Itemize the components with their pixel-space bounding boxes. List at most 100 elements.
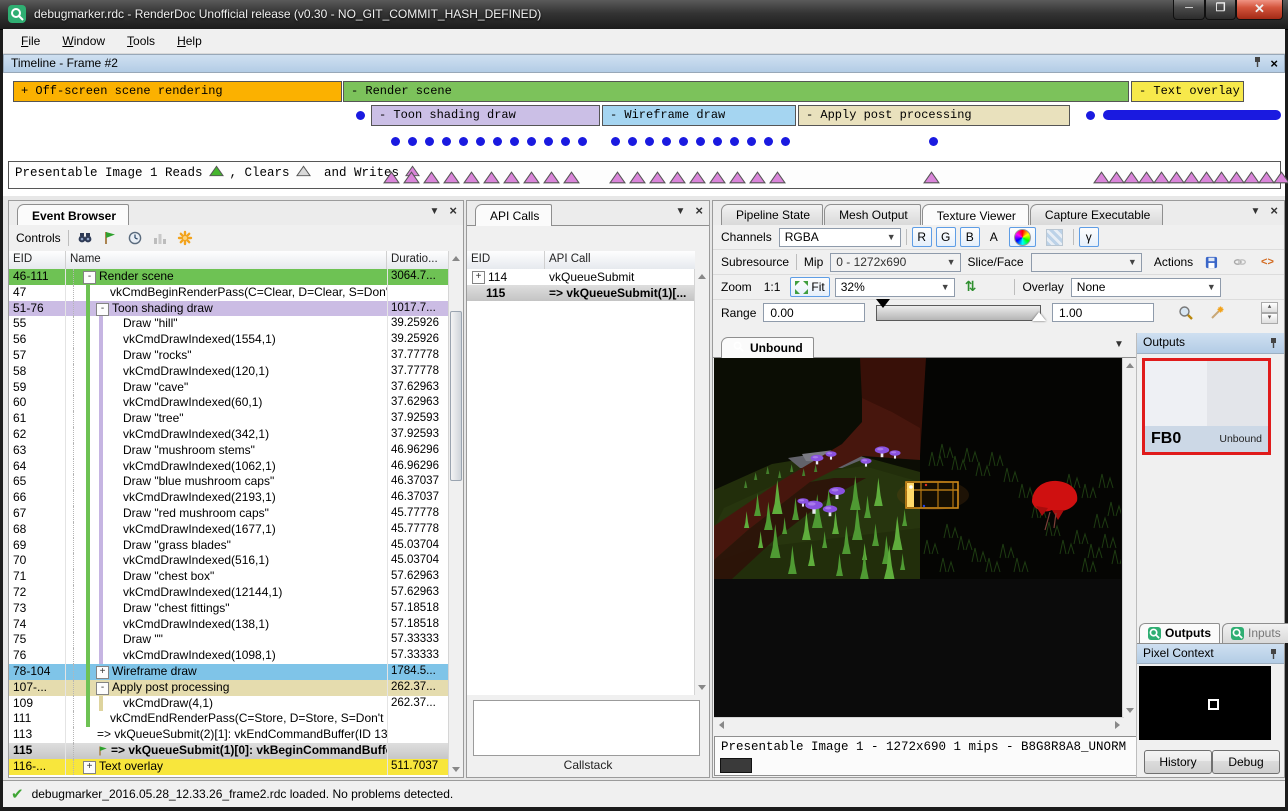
close-button[interactable]: ✕ [1236,0,1283,20]
timeline-marker-bar[interactable]: - Render scene [343,81,1129,102]
alpha-background-button[interactable] [1041,227,1068,247]
tab-api-calls[interactable]: API Calls [475,204,552,226]
tab-texture-viewer[interactable]: Texture Viewer [922,204,1029,226]
pixel-context-preview[interactable] [1139,666,1271,740]
column-eid[interactable]: EID [9,251,66,269]
zoom-fit-button[interactable]: Fit [790,277,829,297]
event-row[interactable]: 66vkCmdDrawIndexed(2193,1)46.37037 [9,490,449,506]
event-row[interactable]: 51-76-Toon shading draw1017.7... [9,301,449,317]
event-row[interactable]: 116-...+Text overlay511.7037 [9,759,449,775]
tab-inputs[interactable]: Inputs [1222,623,1288,643]
expander-icon[interactable]: - [96,682,109,695]
tab-unbound-texture[interactable]: Unbound [721,337,814,358]
menu-help[interactable]: Help [167,31,212,51]
timeline-marker-bar[interactable]: - Text overlay [1131,81,1244,102]
event-row[interactable]: 73Draw "chest fittings"57.18518 [9,601,449,617]
event-row[interactable]: 61Draw "tree"37.92593 [9,411,449,427]
find-icon[interactable] [76,229,94,247]
event-row[interactable]: 62vkCmdDrawIndexed(342,1)37.92593 [9,427,449,443]
event-row[interactable]: 76vkCmdDrawIndexed(1098,1)57.33333 [9,648,449,664]
range-min-field[interactable]: 0.00 [763,303,865,322]
event-row[interactable]: 46-111-Render scene3064.7... [9,269,449,285]
fb0-thumbnail[interactable]: FB0 Unbound [1142,358,1271,455]
column-duration[interactable]: Duratio... [387,251,449,269]
timeline-marker-bar[interactable]: + Off-screen scene rendering [13,81,342,102]
event-row[interactable]: 59Draw "cave"37.62963 [9,380,449,396]
autofit-wand-icon[interactable] [1204,303,1230,323]
close-icon[interactable]: × [695,205,703,217]
texture-list-dropdown-icon[interactable]: ▼ [1110,337,1128,355]
event-row[interactable]: 68vkCmdDrawIndexed(1677,1)45.77778 [9,522,449,538]
zoom-range-icon[interactable] [1173,303,1199,323]
time-durations-icon[interactable] [126,229,144,247]
overlay-combo[interactable]: None▼ [1071,278,1221,297]
range-max-field[interactable]: 1.00 [1052,303,1154,322]
range-white-marker[interactable] [1032,305,1046,321]
expander-icon[interactable]: + [83,761,96,774]
channel-g-button[interactable]: G [936,227,956,247]
tab-pipeline-state[interactable]: Pipeline State [721,204,823,225]
event-row[interactable]: 57Draw "rocks"37.77778 [9,348,449,364]
event-row[interactable]: 67Draw "red mushroom caps"45.77778 [9,506,449,522]
timeline-marker-bar[interactable]: - Toon shading draw [371,105,600,126]
pin-icon[interactable] [1269,336,1278,355]
bookmark-flag-icon[interactable] [101,229,119,247]
event-row[interactable]: 60vkCmdDrawIndexed(60,1)37.62963 [9,395,449,411]
range-spinner[interactable]: ▴▾ [1261,302,1278,324]
slice-face-combo[interactable]: ▼ [1031,253,1142,272]
tab-capture-executable[interactable]: Capture Executable [1030,204,1163,225]
zoom-1to1-button[interactable]: 1:1 [759,277,786,297]
callstack-list[interactable] [473,700,700,756]
event-row[interactable]: 111vkCmdEndRenderPass(C=Store, D=Store, … [9,711,449,727]
event-row[interactable]: 69Draw "grass blades"45.03704 [9,538,449,554]
link-icon[interactable] [1228,252,1252,272]
panel-menu-icon[interactable]: ▼ [1251,206,1261,217]
event-row[interactable]: 47vkCmdBeginRenderPass(C=Clear, D=Clear,… [9,285,449,301]
close-icon[interactable]: × [1270,205,1278,217]
maximize-button[interactable]: ❐ [1205,0,1236,20]
event-row[interactable]: 55Draw "hill"39.25926 [9,316,449,332]
channels-combo[interactable]: RGBA▼ [779,228,901,247]
column-api-call[interactable]: API Call [545,251,695,269]
column-eid[interactable]: EID [467,251,545,269]
event-row[interactable]: 65Draw "blue mushroom caps"46.37037 [9,474,449,490]
debug-button[interactable]: Debug [1212,750,1280,774]
tab-event-browser[interactable]: Event Browser [17,204,129,226]
panel-menu-icon[interactable]: ▼ [430,206,440,217]
gamma-button[interactable]: γ [1079,227,1099,247]
pin-icon[interactable] [1269,647,1278,666]
tab-mesh-output[interactable]: Mesh Output [824,204,921,225]
timeline-marker-bar[interactable]: - Wireframe draw [602,105,796,126]
expander-icon[interactable]: + [96,666,109,679]
api-call-row[interactable]: 115=> vkQueueSubmit(1)[... [467,285,695,301]
channel-a-button[interactable]: A [984,227,1004,247]
event-row[interactable]: 107-...-Apply post processing262.37... [9,680,449,696]
zoom-combo[interactable]: 32%▼ [835,278,955,297]
event-row[interactable]: 63Draw "mushroom stems"46.96296 [9,443,449,459]
api-calls-scrollbar[interactable] [694,269,709,695]
channel-r-button[interactable]: R [912,227,932,247]
close-icon[interactable]: × [449,205,457,217]
column-name[interactable]: Name [66,251,387,269]
event-row[interactable]: 64vkCmdDrawIndexed(1062,1)46.96296 [9,459,449,475]
expander-icon[interactable]: - [96,303,109,316]
event-row[interactable]: 109vkCmdDraw(4,1)262.37... [9,696,449,712]
minimize-button[interactable]: ─ [1173,0,1205,20]
flip-y-button[interactable]: ⇅ [960,277,982,297]
expander-icon[interactable]: + [472,271,485,284]
event-row[interactable]: 115=> vkQueueSubmit(1)[0]: vkBeginComman… [9,743,449,759]
event-browser-scrollbar[interactable] [448,251,463,777]
menu-file[interactable]: File [11,31,50,51]
viewer-vertical-scrollbar[interactable] [1122,358,1137,718]
close-icon[interactable]: × [1270,58,1278,70]
menu-tools[interactable]: Tools [117,31,165,51]
event-row[interactable]: 58vkCmdDrawIndexed(120,1)37.77778 [9,364,449,380]
mip-combo[interactable]: 0 - 1272x690▼ [830,253,960,272]
event-row[interactable]: 75Draw ""57.33333 [9,632,449,648]
event-row[interactable]: 56vkCmdDrawIndexed(1554,1)39.25926 [9,332,449,348]
event-row[interactable]: 113=> vkQueueSubmit(2)[1]: vkEndCommandB… [9,727,449,743]
highlight-icon[interactable] [176,229,194,247]
event-row[interactable]: 78-104+Wireframe draw1784.5... [9,664,449,680]
menu-window[interactable]: Window [52,31,115,51]
timeline-marker-bar[interactable]: - Apply post processing [798,105,1070,126]
